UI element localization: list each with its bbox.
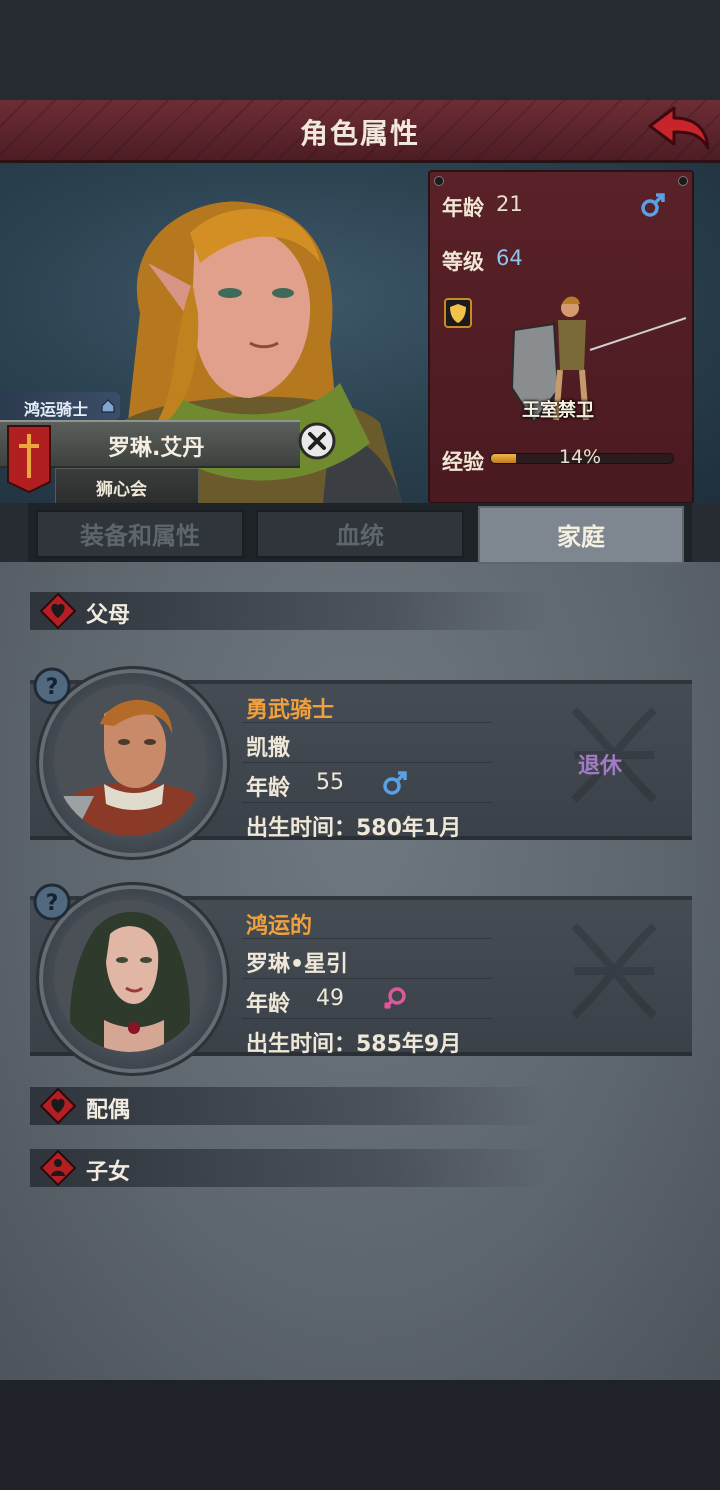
level-value: 64	[496, 246, 523, 270]
unit-name: 王室禁卫	[522, 400, 594, 421]
parent-portrait	[54, 684, 206, 836]
title-banner: 角色属性	[0, 100, 720, 163]
parent-age-value: 55	[316, 770, 344, 795]
xp-bar-fill	[491, 454, 517, 463]
heart-icon	[40, 593, 76, 629]
section-children[interactable]: 子女	[30, 1149, 550, 1187]
parent-age-label: 年龄	[246, 992, 291, 1017]
age-value: 21	[496, 192, 523, 216]
section-children-label: 子女	[86, 1160, 131, 1185]
question-icon[interactable]: ?	[32, 666, 72, 706]
tab-equipment-attributes[interactable]: 装备和属性	[36, 510, 244, 558]
status-bar-area	[0, 0, 720, 100]
shield-badge-icon	[444, 298, 472, 328]
parent-card[interactable]: ? 勇武骑士 凯撒 年龄 55 出生时间：580年1月 退休	[30, 666, 692, 860]
parent-birth-date: 出生时间：585年9月	[246, 1032, 462, 1057]
question-icon[interactable]: ?	[32, 882, 72, 922]
close-icon[interactable]	[298, 422, 336, 460]
heart-icon	[40, 1088, 76, 1124]
house-icon	[101, 399, 115, 413]
guild-name: 狮心会	[96, 480, 147, 500]
xp-label: 经验	[442, 450, 484, 474]
parent-portrait	[54, 900, 206, 1052]
character-name: 罗琳.艾丹	[108, 436, 205, 461]
parent-card[interactable]: ? 鸿运的 罗琳•星引 年龄 49 出生时间：585年9月	[30, 882, 692, 1076]
male-icon	[383, 771, 407, 795]
male-icon	[641, 193, 665, 217]
level-label: 等级	[442, 250, 484, 274]
banner-emblem-icon	[7, 425, 51, 494]
parent-birth-date: 出生时间：580年1月	[246, 816, 462, 841]
svg-text:?: ?	[46, 891, 59, 916]
bottom-bar	[0, 1380, 720, 1490]
xp-percent: 14%	[558, 446, 602, 468]
class-badge-label: 鸿运骑士	[24, 400, 89, 419]
class-badge: 鸿运骑士	[0, 392, 120, 420]
female-icon	[383, 987, 406, 1010]
svg-text:?: ?	[46, 675, 59, 700]
section-parents[interactable]: 父母	[30, 592, 550, 630]
section-spouse-label: 配偶	[86, 1098, 131, 1123]
parent-name: 罗琳•星引	[246, 952, 349, 977]
parent-status: 退休	[578, 754, 623, 779]
parent-age-value: 49	[316, 986, 344, 1011]
age-label: 年龄	[442, 196, 484, 220]
celtic-knot-ornament	[571, 923, 657, 1019]
tab-bloodline[interactable]: 血统	[256, 510, 464, 558]
section-spouse[interactable]: 配偶	[30, 1087, 550, 1125]
guild-plate: 狮心会	[55, 468, 199, 504]
page-title: 角色属性	[299, 117, 420, 150]
parent-title: 勇武骑士	[246, 698, 335, 723]
back-arrow-icon[interactable]	[646, 104, 712, 154]
section-parents-label: 父母	[86, 603, 131, 628]
child-icon	[40, 1150, 76, 1186]
parent-age-label: 年龄	[246, 776, 291, 801]
parent-title: 鸿运的	[246, 914, 313, 939]
tab-family[interactable]: 家庭	[478, 506, 684, 564]
parent-name: 凯撒	[246, 736, 291, 761]
